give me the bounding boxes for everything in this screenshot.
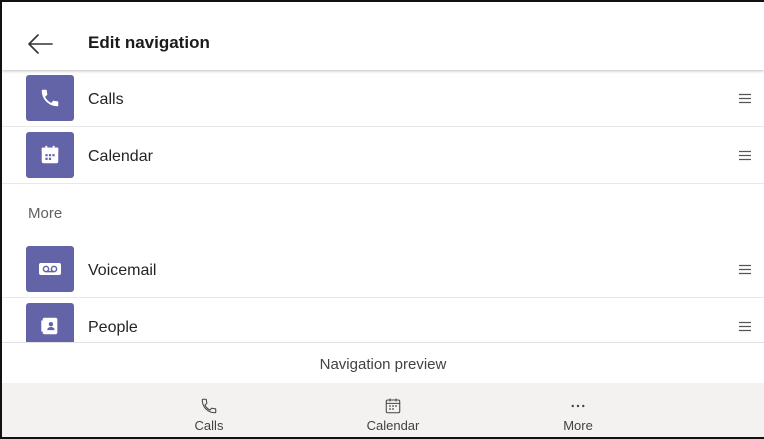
- nav-item-calls[interactable]: Calls: [154, 397, 264, 433]
- header: Edit navigation: [2, 2, 764, 70]
- drag-handle-icon[interactable]: [738, 150, 752, 161]
- app-label: Calls: [88, 91, 124, 108]
- calendar-icon: [385, 398, 401, 414]
- nav-label: More: [563, 418, 593, 433]
- app-tile: [26, 132, 74, 178]
- app-label: Calendar: [88, 148, 153, 165]
- more-dots-icon: [571, 404, 585, 408]
- drag-handle-icon[interactable]: [738, 321, 752, 332]
- app-row-people[interactable]: People: [2, 298, 764, 342]
- voicemail-icon: [39, 263, 61, 275]
- nav-item-calendar[interactable]: Calendar: [338, 397, 448, 433]
- navigation-preview-header: Navigation preview: [2, 342, 764, 383]
- app-tile: [26, 303, 74, 342]
- app-row-calendar[interactable]: Calendar: [2, 127, 764, 184]
- edit-navigation-screen: Edit navigation Calls Calendar More Voic…: [0, 0, 764, 439]
- page-title: Edit navigation: [88, 33, 210, 52]
- bottom-navigation-preview: Calls Calendar More: [2, 383, 764, 437]
- drag-handle-icon[interactable]: [738, 93, 752, 104]
- app-row-voicemail[interactable]: Voicemail: [2, 241, 764, 298]
- phone-icon: [201, 398, 217, 414]
- section-label-more: More: [28, 205, 63, 222]
- navigation-preview-label: Navigation preview: [319, 356, 447, 373]
- phone-icon: [41, 89, 59, 107]
- app-label: People: [88, 319, 138, 336]
- app-tile: [26, 246, 74, 292]
- nav-item-more[interactable]: More: [523, 397, 633, 433]
- nav-label: Calls: [194, 418, 224, 433]
- drag-handle-icon[interactable]: [738, 264, 752, 275]
- contact-card-icon: [41, 317, 58, 335]
- app-row-calls[interactable]: Calls: [2, 70, 764, 127]
- app-list: Calls Calendar More Voicemail People: [2, 70, 764, 342]
- arrow-left-icon[interactable]: [26, 30, 54, 58]
- nav-label: Calendar: [366, 418, 420, 433]
- app-tile: [26, 75, 74, 121]
- app-label: Voicemail: [88, 262, 157, 279]
- calendar-icon: [41, 145, 59, 164]
